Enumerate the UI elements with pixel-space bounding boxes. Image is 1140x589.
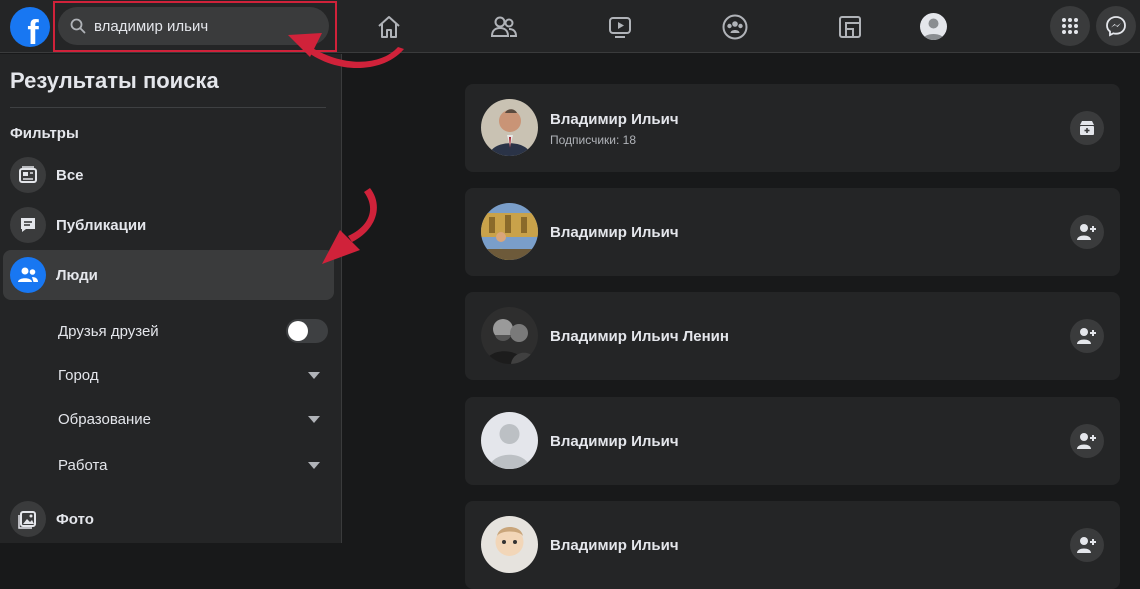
add-friend-icon [1077, 537, 1096, 553]
add-friend-button[interactable] [1070, 319, 1104, 353]
search-highlight-box: владимир ильич [53, 1, 337, 52]
add-friend-button[interactable] [1070, 424, 1104, 458]
result-name[interactable]: Владимир Ильич [550, 433, 679, 450]
sub-filter-city[interactable]: Город [58, 360, 328, 390]
result-card[interactable]: Владимир Ильич Подписчики: 18 [465, 84, 1120, 172]
all-results-icon [10, 157, 46, 193]
add-page-icon [1080, 121, 1094, 135]
messenger-icon[interactable] [1096, 6, 1136, 46]
filter-photos[interactable]: Фото [3, 494, 334, 544]
search-input[interactable]: владимир ильич [58, 7, 329, 45]
grid-menu-icon[interactable] [1050, 6, 1090, 46]
result-avatar[interactable] [481, 307, 538, 364]
result-name[interactable]: Владимир Ильич [550, 224, 679, 241]
chevron-down-icon [308, 371, 320, 379]
add-friend-button[interactable] [1070, 215, 1104, 249]
add-friend-icon [1077, 433, 1096, 449]
result-avatar[interactable] [481, 516, 538, 573]
result-avatar[interactable] [481, 99, 538, 156]
sidebar-divider [10, 107, 326, 108]
friends-icon[interactable] [489, 12, 519, 42]
result-card[interactable]: Владимир Ильич [465, 397, 1120, 485]
friends-of-friends-toggle[interactable] [286, 319, 328, 343]
chevron-down-icon [308, 415, 320, 423]
top-bar: f владимир ильич [0, 0, 1140, 53]
add-friend-icon [1077, 328, 1096, 344]
result-card[interactable]: Владимир Ильич [465, 188, 1120, 276]
result-avatar[interactable] [481, 203, 538, 260]
search-filters-sidebar: Результаты поиска Фильтры Все Публикации… [0, 54, 342, 543]
profile-avatar[interactable] [920, 13, 947, 40]
add-friend-button[interactable] [1070, 528, 1104, 562]
people-icon [10, 257, 46, 293]
filters-heading: Фильтры [10, 125, 79, 142]
photos-icon [10, 501, 46, 537]
page-title: Результаты поиска [10, 68, 219, 93]
posts-icon [10, 207, 46, 243]
filter-posts[interactable]: Публикации [3, 200, 334, 250]
home-icon[interactable] [374, 12, 404, 42]
facebook-logo[interactable]: f [10, 7, 50, 47]
chevron-down-icon [308, 461, 320, 469]
gaming-icon[interactable] [835, 12, 865, 42]
result-name[interactable]: Владимир Ильич [550, 111, 679, 128]
add-friend-icon [1077, 224, 1096, 240]
add-page-button[interactable] [1070, 111, 1104, 145]
watch-icon[interactable] [605, 12, 635, 42]
result-avatar[interactable] [481, 412, 538, 469]
result-card[interactable]: Владимир Ильич [465, 501, 1120, 589]
search-icon [70, 18, 86, 34]
sub-filter-work[interactable]: Работа [58, 450, 328, 480]
result-card[interactable]: Владимир Ильич Ленин [465, 292, 1120, 380]
result-name[interactable]: Владимир Ильич [550, 537, 679, 554]
filter-people[interactable]: Люди [3, 250, 334, 300]
avatar-placeholder-icon [923, 18, 944, 40]
result-followers: Подписчики: 18 [550, 133, 637, 147]
sub-filter-friends-of-friends: Друзья друзей [58, 316, 328, 346]
sub-filter-education[interactable]: Образование [58, 404, 328, 434]
filter-all[interactable]: Все [3, 150, 334, 200]
result-name[interactable]: Владимир Ильич Ленин [550, 328, 729, 345]
search-value: владимир ильич [94, 17, 209, 35]
groups-icon[interactable] [720, 12, 750, 42]
